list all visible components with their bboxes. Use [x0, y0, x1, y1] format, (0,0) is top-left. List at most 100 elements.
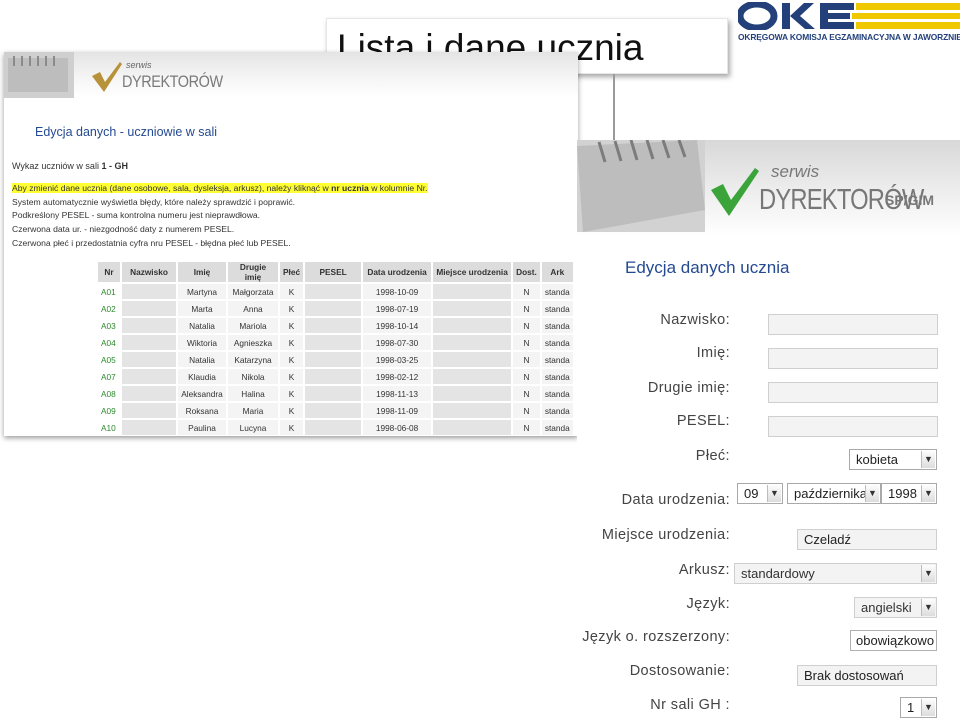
column-header[interactable]: Data urodzenia — [363, 262, 432, 282]
chevron-down-icon[interactable]: ▼ — [865, 485, 879, 502]
pesel-cell — [305, 335, 362, 350]
birthplace-cell — [433, 369, 512, 384]
instructions: Aby zmienić dane ucznia (dane osobowe, s… — [12, 182, 428, 251]
table-header-row: Nr Nazwisko Imię Drugie imię Płeć PESEL … — [98, 262, 573, 282]
table-row: A08 Aleksandra Halina K 1998-11-13 Nstanda — [98, 386, 573, 401]
student-number-link[interactable]: A05 — [98, 352, 120, 367]
page-heading: Edycja danych - uczniowie w sali — [35, 125, 218, 139]
adjustment-cell: N — [513, 403, 540, 418]
birthplace-cell — [433, 335, 512, 350]
instruction-line: Podkreślony PESEL - suma kontrolna numer… — [12, 210, 261, 221]
sex-cell: K — [280, 301, 304, 316]
birth-date-cell: 1998-11-13 — [363, 386, 432, 401]
column-header[interactable]: PESEL — [305, 262, 362, 282]
brand-name-text: DYREKTORÓW — [122, 72, 223, 91]
jezyk-rozszerzony-value[interactable]: obowiązkowo — [850, 630, 937, 651]
nazwisko-field[interactable] — [768, 314, 938, 335]
column-header[interactable]: Drugie imię — [228, 262, 278, 282]
brand-top-text: serwis — [126, 60, 152, 70]
brand-suffix-text: SP/GIM — [885, 192, 935, 208]
arkusz-select: standardowy ▼ — [734, 563, 937, 584]
student-number-link[interactable]: A08 — [98, 386, 120, 401]
first-name-cell: Natalia — [178, 318, 226, 333]
student-number-link[interactable]: A01 — [98, 284, 120, 299]
plec-select[interactable]: kobieta ▼ — [849, 449, 937, 470]
day-value: 09 — [744, 486, 759, 501]
birth-date-cell: 1998-10-14 — [363, 318, 432, 333]
imie-field[interactable] — [768, 348, 938, 369]
birthplace-cell — [433, 284, 512, 299]
adjustment-cell: N — [513, 352, 540, 367]
form-heading: Edycja danych ucznia — [625, 258, 790, 277]
adjustment-cell: N — [513, 335, 540, 350]
nr-sali-select[interactable]: 1 ▼ — [900, 697, 937, 718]
label-jezyk: Język: — [686, 596, 730, 612]
jezyk-value: angielski — [861, 600, 912, 615]
room-id: 1 - GH — [101, 161, 128, 171]
sex-cell: K — [280, 318, 304, 333]
column-header[interactable]: Imię — [178, 262, 226, 282]
oke-logo-icon — [738, 2, 960, 30]
first-name-cell: Natalia — [178, 352, 226, 367]
service-banner: serwis DYREKTORÓW SP/GIM — [577, 140, 960, 236]
second-name-cell: Anna — [228, 301, 278, 316]
student-number-link[interactable]: A04 — [98, 335, 120, 350]
label-data-urodzenia: Data urodzenia: — [621, 492, 730, 508]
student-number-link[interactable]: A07 — [98, 369, 120, 384]
birth-date-cell: 1998-11-09 — [363, 403, 432, 418]
sheet-cell: standa — [541, 352, 573, 367]
birthplace-cell — [433, 352, 512, 367]
student-number-link[interactable]: A02 — [98, 301, 120, 316]
pesel-cell — [305, 318, 362, 333]
adjustment-cell: N — [513, 420, 540, 435]
label-jezyk-rozszerzony: Język o. rozszerzony: — [582, 629, 730, 645]
first-name-cell: Marta — [178, 301, 226, 316]
column-header[interactable]: Miejsce urodzenia — [433, 262, 512, 282]
first-name-cell: Klaudia — [178, 369, 226, 384]
surname-cell — [122, 301, 176, 316]
column-header[interactable]: Nazwisko — [122, 262, 176, 282]
arkusz-value: standardowy — [741, 566, 815, 581]
dostosowanie-field[interactable]: Brak dostosowań — [797, 665, 937, 686]
sheet-cell: standa — [541, 369, 573, 384]
drugie-imie-field[interactable] — [768, 382, 938, 403]
chevron-down-icon[interactable]: ▼ — [921, 485, 935, 502]
student-number-link[interactable]: A09 — [98, 403, 120, 418]
column-header[interactable]: Ark — [541, 262, 573, 282]
chevron-down-icon[interactable]: ▼ — [921, 699, 935, 716]
pesel-cell — [305, 386, 362, 401]
oke-caption: OKRĘGOWA KOMISJA EGZAMINACYJNA W JAWORZN… — [738, 32, 960, 42]
second-name-cell: Małgorzata — [228, 284, 278, 299]
year-select[interactable]: 1998 ▼ — [881, 483, 937, 504]
month-select[interactable]: października ▼ — [787, 483, 881, 504]
student-edit-screenshot: serwis DYREKTORÓW SP/GIM Edycja danych u… — [577, 140, 960, 724]
birthplace-cell — [433, 403, 512, 418]
column-header[interactable]: Płeć — [280, 262, 304, 282]
first-name-cell: Paulina — [178, 420, 226, 435]
oke-logo: OKRĘGOWA KOMISJA EGZAMINACYJNA W JAWORZN… — [738, 2, 960, 42]
surname-cell — [122, 386, 176, 401]
birthplace-cell — [433, 301, 512, 316]
sheet-cell: standa — [541, 420, 573, 435]
student-number-link[interactable]: A03 — [98, 318, 120, 333]
column-header[interactable]: Dost. — [513, 262, 540, 282]
second-name-cell: Lucyna — [228, 420, 278, 435]
day-select[interactable]: 09 ▼ — [737, 483, 783, 504]
pesel-field[interactable] — [768, 416, 938, 437]
chevron-down-icon[interactable]: ▼ — [921, 451, 935, 468]
birth-date-cell: 1998-07-30 — [363, 335, 432, 350]
miejsce-urodzenia-field[interactable]: Czeladź — [797, 529, 937, 550]
notebook-icon — [577, 140, 705, 232]
label-pesel: PESEL: — [676, 413, 730, 429]
column-header[interactable]: Nr — [98, 262, 120, 282]
sheet-cell: standa — [541, 284, 573, 299]
chevron-down-icon[interactable]: ▼ — [767, 485, 781, 502]
student-number-link[interactable]: A10 — [98, 420, 120, 435]
table-row: A01 Martyna Małgorzata K 1998-10-09 Nstanda — [98, 284, 573, 299]
birthplace-cell — [433, 420, 512, 435]
adjustment-cell: N — [513, 284, 540, 299]
instruction-line: Czerwona płeć i przedostatnia cyfra nru … — [12, 237, 291, 248]
chevron-down-icon: ▼ — [921, 599, 935, 616]
year-value: 1998 — [888, 486, 917, 501]
adjustment-cell: N — [513, 318, 540, 333]
